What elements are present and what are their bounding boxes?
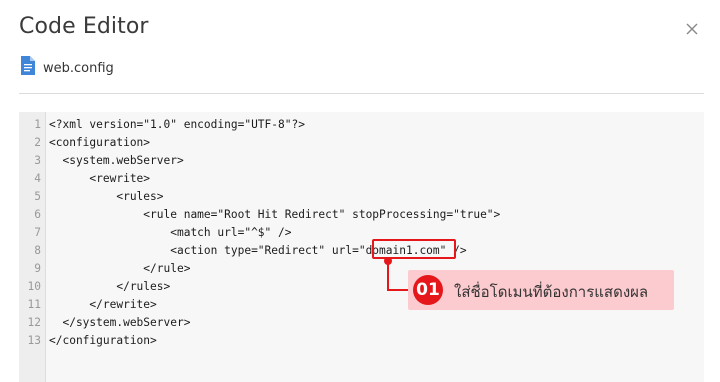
code-text: <?xml version="1.0" encoding="UTF-8"?> <box>49 118 305 131</box>
code-text: <rewrite> <box>49 172 151 185</box>
callout-text: ใส่ชื่อโดเมนที่ต้องการแสดงผล <box>454 283 649 301</box>
line-number: 3 <box>34 154 41 167</box>
line-number: 2 <box>34 136 41 149</box>
code-text: </rule> <box>49 262 191 275</box>
code-line[interactable]: 1 <?xml version="1.0" encoding="UTF-8"?> <box>19 116 704 134</box>
close-icon[interactable] <box>682 19 702 39</box>
code-text: <configuration> <box>49 136 151 149</box>
callout-label: 01 ใส่ชื่อโดเมนที่ต้องการแสดงผล <box>408 270 674 310</box>
code-line[interactable]: 13 </configuration> <box>19 332 704 350</box>
line-number: 6 <box>34 208 41 221</box>
line-number: 12 <box>27 316 41 329</box>
code-line[interactable]: 6 <rule name="Root Hit Redirect" stopPro… <box>19 206 704 224</box>
code-editor[interactable]: 1 <?xml version="1.0" encoding="UTF-8"?> 2… <box>19 112 704 382</box>
line-number: 7 <box>34 226 41 239</box>
line-number: 1 <box>34 118 41 131</box>
code-text: <rule name="Root Hit Redirect" stopProce… <box>49 208 501 221</box>
file-name: web.config <box>43 61 114 76</box>
divider <box>19 93 704 94</box>
line-number: 5 <box>34 190 41 203</box>
code-line[interactable]: 5 <rules> <box>19 188 704 206</box>
code-text: </configuration> <box>49 334 157 347</box>
code-text: <system.webServer> <box>49 154 184 167</box>
code-text: </rewrite> <box>49 298 157 311</box>
line-number: 8 <box>34 244 41 257</box>
line-number: 13 <box>27 334 41 347</box>
line-number: 4 <box>34 172 41 185</box>
line-number: 9 <box>34 262 41 275</box>
callout-highlight-box <box>372 239 456 259</box>
callout-connector-vertical <box>387 262 389 290</box>
code-line[interactable]: 8 <action type="Redirect" url="domain1.c… <box>19 242 704 260</box>
dialog-title: Code Editor <box>19 14 149 39</box>
line-number: 10 <box>27 280 41 293</box>
callout-number-badge: 01 <box>413 275 443 305</box>
code-text: <rules> <box>49 190 164 203</box>
code-line[interactable]: 3 <system.webServer> <box>19 152 704 170</box>
code-line[interactable]: 7 <match url="^$" /> <box>19 224 704 242</box>
code-text: <match url="^$" /> <box>49 226 292 239</box>
document-icon <box>21 56 35 75</box>
code-text: </system.webServer> <box>49 316 191 329</box>
code-line[interactable]: 2 <configuration> <box>19 134 704 152</box>
code-line[interactable]: 4 <rewrite> <box>19 170 704 188</box>
code-line[interactable]: 12 </system.webServer> <box>19 314 704 332</box>
line-number: 11 <box>27 298 41 311</box>
code-text: </rules> <box>49 280 171 293</box>
